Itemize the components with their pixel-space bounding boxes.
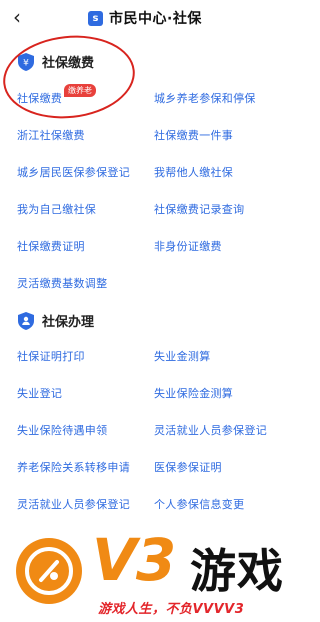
watermark-slogan: 游戏人生，不负VVVV3 [98, 602, 245, 617]
app-logo-icon: s [88, 10, 103, 26]
service-link[interactable]: 社保证明打印 [17, 348, 85, 364]
service-link[interactable]: 个人参保信息变更 [154, 496, 244, 512]
service-link[interactable]: 浙江社保缴费 [17, 127, 85, 143]
service-link[interactable]: 失业金测算 [154, 348, 211, 364]
service-link[interactable]: 失业登记 [17, 385, 62, 401]
watermark-logo-icon [16, 538, 82, 604]
service-link[interactable]: 社保缴费一件事 [154, 127, 233, 143]
new-badge: 缴养老 [64, 84, 96, 97]
service-link[interactable]: 非身份证缴费 [154, 238, 222, 254]
service-link[interactable]: 失业保险金测算 [154, 385, 233, 401]
service-link[interactable]: 社保缴费证明 [17, 238, 85, 254]
service-link[interactable]: 灵活就业人员参保登记 [17, 496, 130, 512]
section-title: 社保办理 [42, 315, 95, 330]
service-link[interactable]: 灵活缴费基数调整 [17, 275, 107, 291]
watermark-brand: V3 [92, 526, 176, 594]
service-link[interactable]: 城乡养老参保和停保 [154, 90, 256, 106]
service-link[interactable]: 我为自己缴社保 [17, 201, 96, 217]
back-chevron-icon[interactable]: ‹ [6, 4, 28, 30]
service-link[interactable]: 城乡居民医保参保登记 [17, 164, 130, 180]
service-link[interactable]: 社保缴费 [17, 90, 62, 106]
service-link[interactable]: 养老保险关系转移申请 [17, 459, 130, 475]
watermark-game-text: 游戏 [190, 544, 284, 598]
page-title-text: 市民中心·社保 [109, 11, 202, 27]
service-link[interactable]: 社保缴费记录查询 [154, 201, 244, 217]
service-link[interactable]: 失业保险待遇申领 [17, 422, 107, 438]
annotation-circle [0, 29, 139, 125]
service-link[interactable]: 我帮他人缴社保 [154, 164, 233, 180]
top-bar: ‹ s 市民中心·社保 [0, 0, 300, 36]
page-title: s 市民中心·社保 [88, 7, 202, 29]
service-link[interactable]: 医保参保证明 [154, 459, 222, 475]
shield-person-icon [18, 311, 34, 330]
service-link[interactable]: 灵活就业人员参保登记 [154, 422, 267, 438]
section-header-social-insurance-services: 社保办理 [18, 311, 94, 330]
